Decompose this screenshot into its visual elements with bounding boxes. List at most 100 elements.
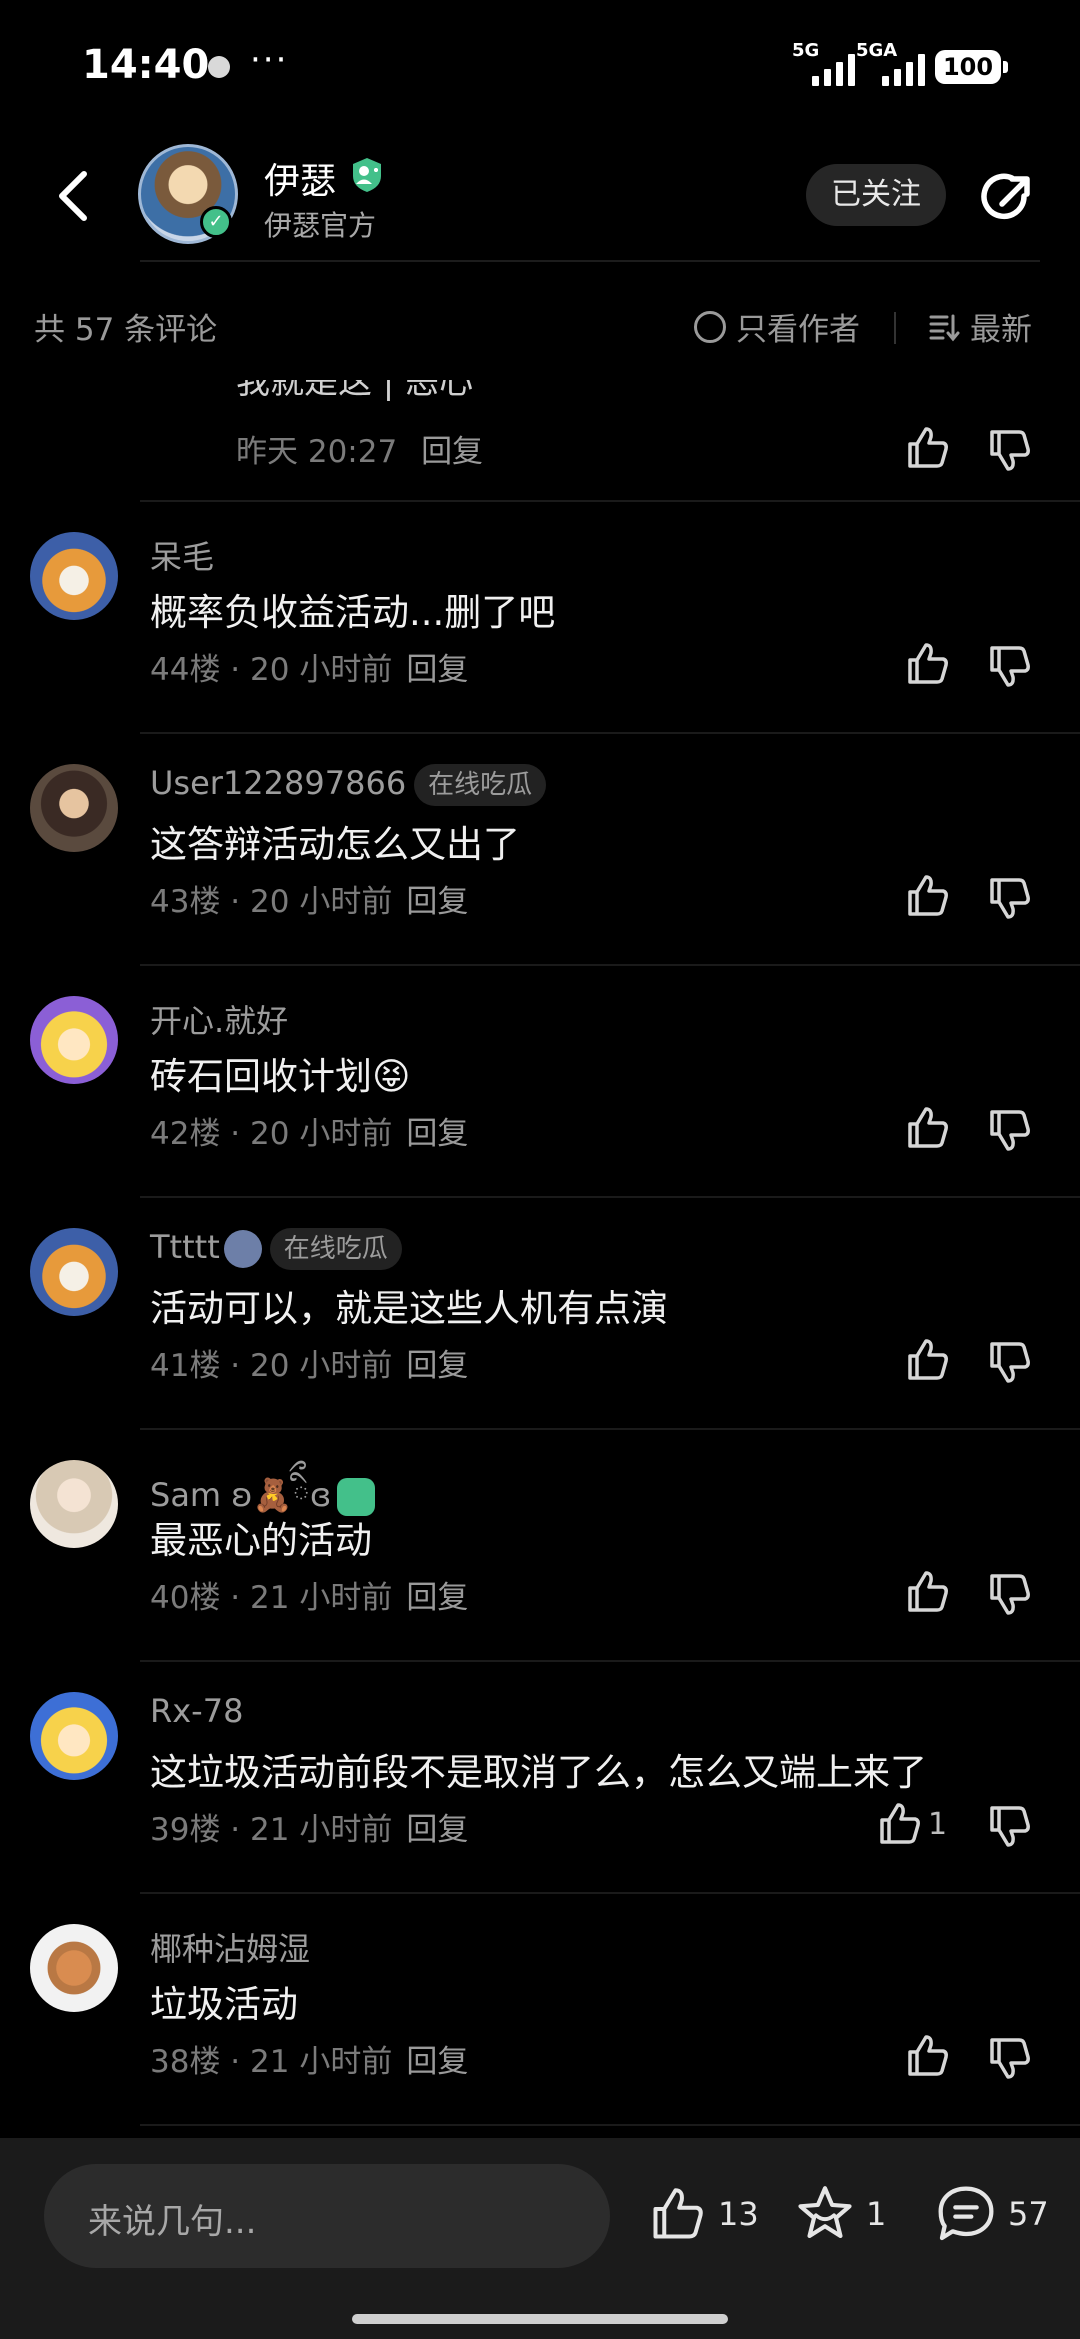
post-like-button[interactable]: 13 (648, 2178, 759, 2250)
comment-input[interactable]: 来说几句... (44, 2164, 610, 2268)
filter-bar: 共 57 条评论 只看作者 最新 (0, 290, 1080, 362)
username-text: 椰种沾姆湿 (150, 1930, 311, 1968)
like-button[interactable] (904, 872, 952, 920)
username-text: User122897866 (150, 764, 407, 802)
comment-item[interactable]: Ttttt 在线吃瓜 活动可以，就是这些人机有点演 41楼 · 20 小时前 回复 (0, 1198, 1080, 1430)
reply-button[interactable]: 回复 (406, 2044, 468, 2080)
row-divider (140, 2124, 1080, 2126)
comment-time: 21 小时前 (250, 2044, 393, 2080)
dislike-button[interactable] (986, 1802, 1034, 1850)
thumbs-down-icon (990, 646, 1030, 687)
dislike-button[interactable] (986, 874, 1034, 922)
post-header: ✓ 伊瑟 伊瑟官方 已关注 (0, 134, 1080, 262)
comment-time: 20 小时前 (250, 1116, 393, 1152)
partial-comment-meta: 昨天 20:27 回复 (236, 426, 483, 471)
dislike-button[interactable] (986, 1106, 1034, 1154)
comment-username[interactable]: User122897866 在线吃瓜 (150, 764, 547, 806)
like-button[interactable] (904, 640, 952, 688)
filter-separator (894, 312, 896, 344)
only-author-label: 只看作者 (736, 312, 860, 348)
comment-item[interactable]: 呆毛 概率负收益活动...删了吧 44楼 · 20 小时前 回复 (0, 502, 1080, 734)
sort-label: 最新 (970, 312, 1032, 348)
avatar[interactable] (30, 1924, 118, 2012)
sort-button[interactable]: 最新 (928, 304, 1032, 349)
comment-username[interactable]: Rx-78 (150, 1692, 243, 1730)
comment-time: 21 小时前 (250, 1580, 393, 1616)
author-name[interactable]: 伊瑟 (264, 152, 336, 204)
dislike-button[interactable] (986, 1338, 1034, 1386)
comment-username[interactable]: Ttttt 在线吃瓜 (150, 1228, 402, 1270)
thumbs-up-icon (880, 1803, 920, 1844)
like-button[interactable] (904, 1568, 952, 1616)
comment-meta: 43楼 · 20 小时前 回复 (150, 884, 469, 920)
comment-content: 最恶心的活动 (150, 1519, 372, 1562)
comment-item[interactable]: Sam ʚ🧸ིྀɞ 最恶心的活动 40楼 · 21 小时前 回复 (0, 1430, 1080, 1662)
favorite-count: 1 (866, 2195, 887, 2233)
comment-item[interactable]: Rx-78 这垃圾活动前段不是取消了么，怎么又端上来了 39楼 · 21 小时前… (0, 1662, 1080, 1894)
dislike-button[interactable] (986, 426, 1034, 474)
partial-comment-time: 昨天 20:27 (236, 434, 398, 470)
avatar[interactable] (30, 532, 118, 620)
avatar[interactable] (30, 1228, 118, 1316)
comment-content: 活动可以，就是这些人机有点演 (150, 1287, 668, 1330)
avatar[interactable] (30, 764, 118, 852)
thumbs-up-icon (908, 1571, 948, 1612)
dislike-button[interactable] (986, 1570, 1034, 1618)
user-tag: 在线吃瓜 (414, 764, 547, 806)
like-button[interactable] (904, 424, 952, 472)
comment-content: 这答辩活动怎么又出了 (150, 823, 520, 866)
avatar[interactable] (30, 1460, 118, 1548)
reply-button[interactable]: 回复 (421, 434, 483, 470)
follow-button[interactable]: 已关注 (806, 164, 946, 226)
comment-meta: 39楼 · 21 小时前 回复 (150, 1812, 469, 1848)
thumbs-down-icon (990, 1574, 1030, 1615)
dislike-button[interactable] (986, 2034, 1034, 2082)
status-time: 14:40 (82, 42, 210, 88)
notification-icon (208, 56, 230, 78)
like-button[interactable] (904, 1104, 952, 1152)
reply-button[interactable]: 回复 (406, 884, 468, 920)
comment-item[interactable]: User122897866 在线吃瓜 这答辩活动怎么又出了 43楼 · 20 小时… (0, 734, 1080, 966)
only-author-toggle[interactable]: 只看作者 (694, 304, 860, 349)
reply-button[interactable]: 回复 (406, 1580, 468, 1616)
post-like-count: 13 (718, 2195, 759, 2233)
author-subtitle: 伊瑟官方 (264, 209, 377, 242)
comment-item[interactable]: 开心.就好 砖石回收计划😝 42楼 · 20 小时前 回复 (0, 966, 1080, 1198)
comment-list[interactable]: 我就是这 | 恶心 昨天 20:27 回复 呆毛 概率负收益活动...删了吧 4… (0, 380, 1080, 2138)
like-button[interactable] (904, 1336, 952, 1384)
comment-username[interactable]: 椰种沾姆湿 (150, 1924, 310, 1970)
dislike-button[interactable] (986, 642, 1034, 690)
thumbs-down-icon (990, 1342, 1030, 1383)
avatar[interactable] (30, 996, 118, 1084)
comments-button[interactable]: 57 (934, 2178, 1049, 2250)
back-button[interactable] (50, 164, 100, 228)
bottom-action-bar: 来说几句... 13 1 57 (0, 2138, 1080, 2339)
comment-floor: 41楼 (150, 1348, 221, 1384)
comment-floor: 42楼 (150, 1116, 221, 1152)
reply-button[interactable]: 回复 (406, 1348, 468, 1384)
comment-floor: 44楼 (150, 652, 221, 688)
battery-icon: 100 (935, 50, 1008, 84)
comment-content: 这垃圾活动前段不是取消了么，怎么又端上来了 (150, 1751, 927, 1794)
reply-button[interactable]: 回复 (406, 1116, 468, 1152)
comment-item[interactable]: 椰种沾姆湿 垃圾活动 38楼 · 21 小时前 回复 (0, 1894, 1080, 2126)
reply-button[interactable]: 回复 (406, 652, 468, 688)
comment-username[interactable]: 呆毛 (150, 532, 214, 578)
reply-button[interactable]: 回复 (406, 1812, 468, 1848)
chevron-left-icon (59, 171, 87, 221)
like-button[interactable] (904, 2032, 952, 2080)
comment-username[interactable]: 开心.就好 (150, 996, 288, 1042)
like-button[interactable]: 1 (876, 1800, 966, 1848)
avatar[interactable] (30, 1692, 118, 1780)
comment-content: 概率负收益活动...删了吧 (150, 591, 556, 634)
share-icon (981, 173, 1030, 220)
signal-5ga-icon: 5GA (856, 40, 926, 86)
thumbs-up-icon (653, 2188, 703, 2239)
comment-count: 共 57 条评论 (34, 312, 218, 348)
comment-meta: 42楼 · 20 小时前 回复 (150, 1116, 469, 1152)
comment-meta: 41楼 · 20 小时前 回复 (150, 1348, 469, 1384)
username-text: Rx-78 (150, 1692, 244, 1730)
share-button[interactable] (978, 168, 1038, 228)
home-indicator[interactable] (352, 2314, 728, 2324)
favorite-button[interactable]: 1 (794, 2178, 886, 2250)
